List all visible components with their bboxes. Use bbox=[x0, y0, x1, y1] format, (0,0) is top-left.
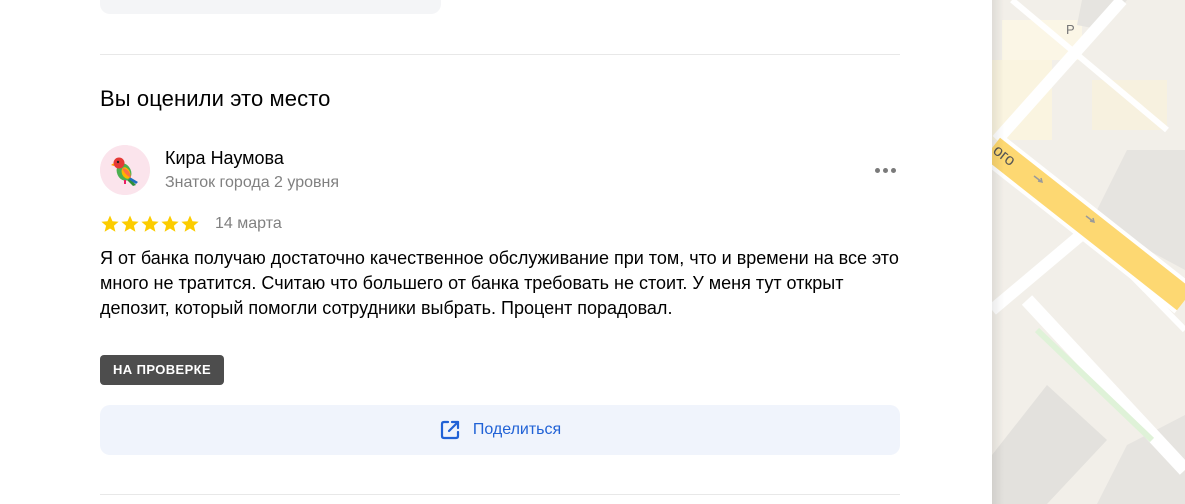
status-badge: НА ПРОВЕРКЕ bbox=[100, 355, 225, 385]
section-divider bbox=[100, 54, 900, 55]
share-external-icon bbox=[440, 420, 459, 440]
section-title: Вы оценили это место bbox=[100, 86, 331, 111]
map-view[interactable]: ого P bbox=[992, 0, 1185, 504]
author-avatar[interactable] bbox=[100, 145, 150, 195]
author-name[interactable]: Кира Наумова bbox=[165, 148, 284, 169]
map-edge-shadow bbox=[992, 0, 1004, 504]
rating-stars bbox=[100, 214, 200, 234]
previous-card bbox=[100, 0, 441, 14]
star-icon bbox=[181, 215, 199, 232]
star-icon bbox=[141, 215, 159, 232]
review-text: Я от банка получаю достаточно качественн… bbox=[100, 248, 899, 318]
review-date: 14 марта bbox=[215, 215, 282, 232]
share-label: Поделиться bbox=[472, 421, 562, 438]
more-options-button[interactable] bbox=[870, 158, 900, 182]
section-divider bbox=[100, 494, 900, 495]
star-icon bbox=[101, 215, 119, 232]
more-dot bbox=[890, 167, 896, 173]
parking-label: P bbox=[1066, 22, 1075, 37]
more-dot bbox=[874, 167, 880, 173]
parrot-icon bbox=[100, 145, 150, 195]
more-dot bbox=[882, 167, 888, 173]
share-button[interactable]: Поделиться bbox=[100, 405, 900, 455]
org-review-panel: Вы оценили это место Кира Наумова Знаток… bbox=[0, 0, 992, 504]
star-icon bbox=[161, 215, 179, 232]
star-icon bbox=[121, 215, 139, 232]
author-level: Знаток города 2 уровня bbox=[165, 174, 340, 191]
map-canvas[interactable] bbox=[992, 0, 1185, 504]
